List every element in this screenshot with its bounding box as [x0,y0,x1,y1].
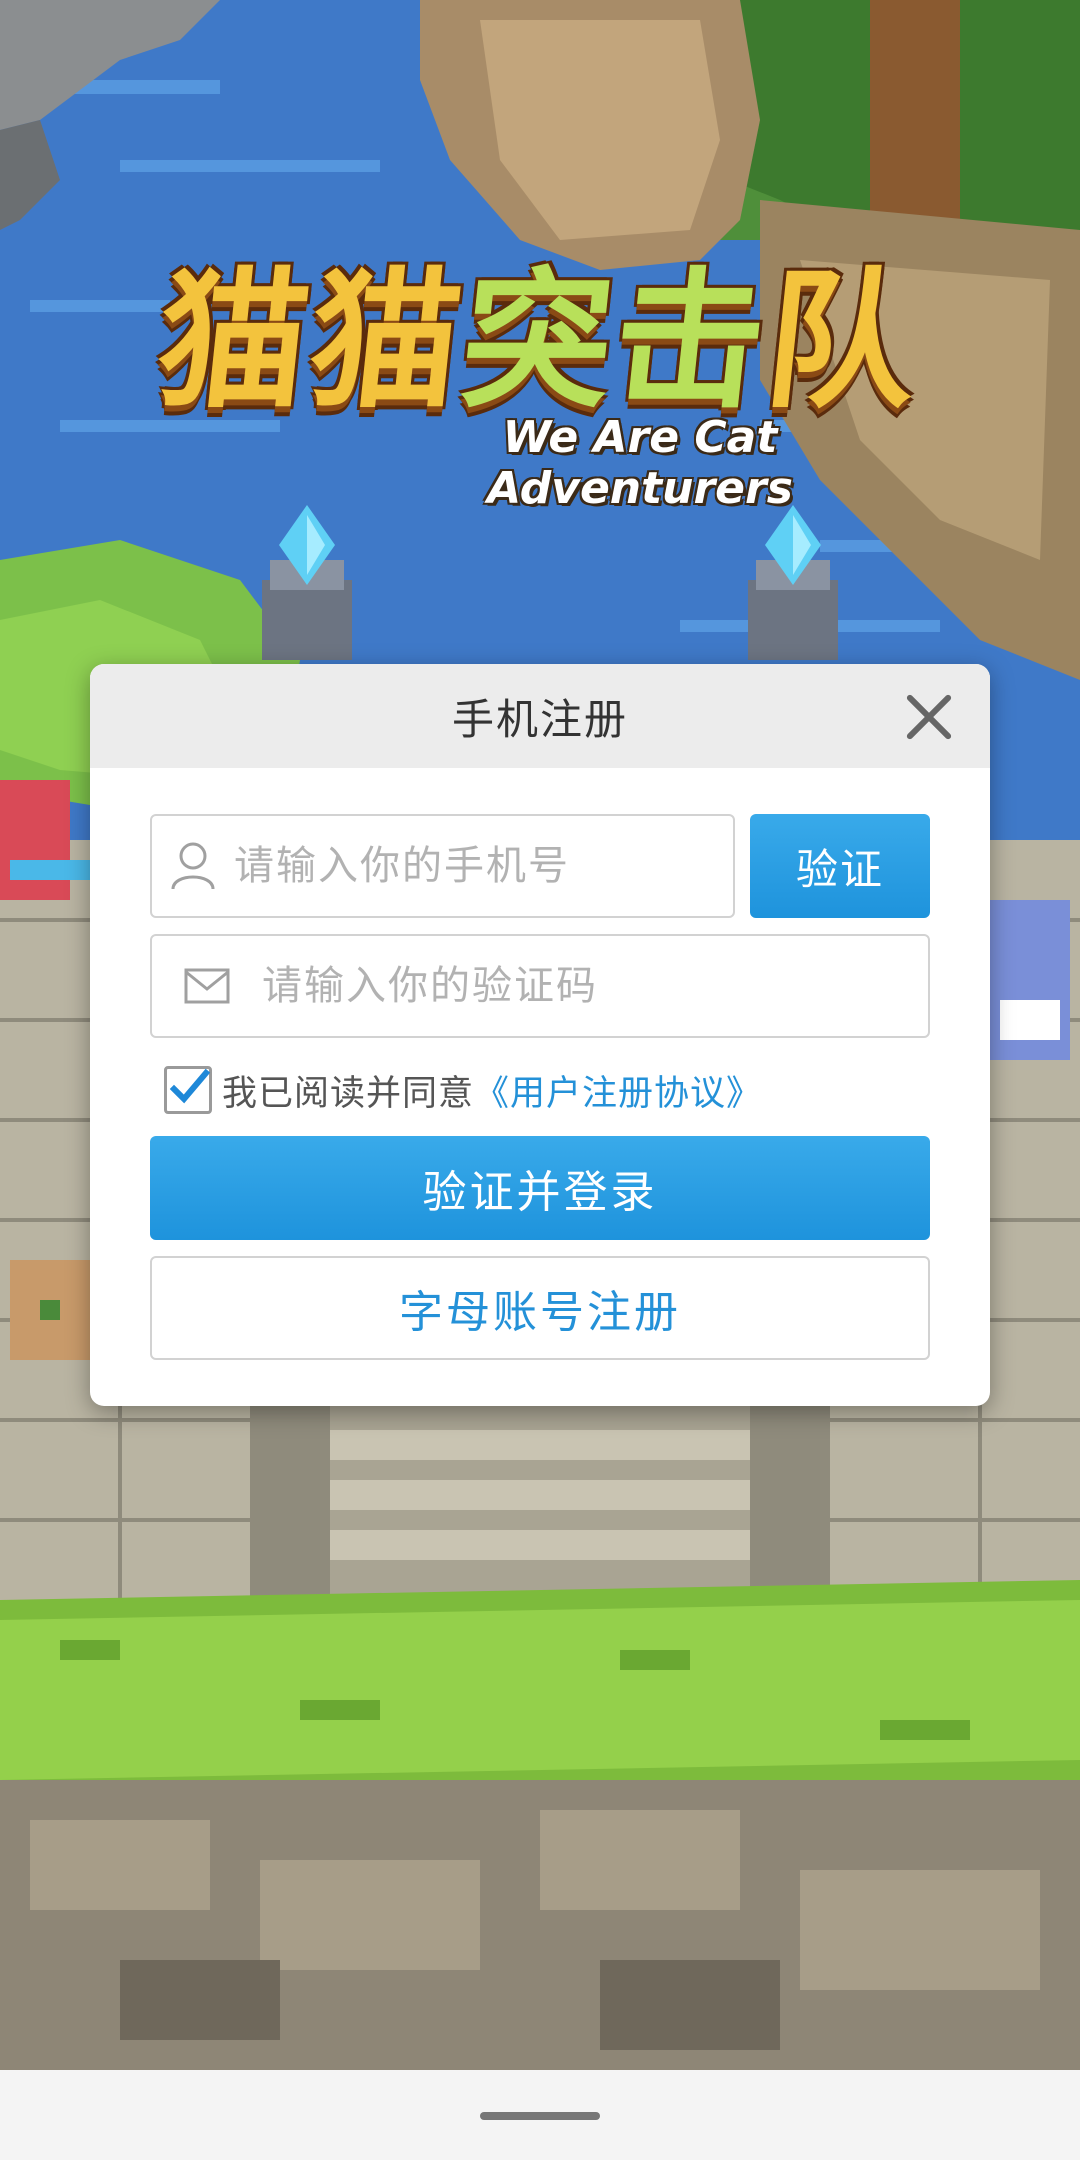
alpha-account-register-button[interactable]: 字母账号注册 [150,1256,930,1360]
mail-icon [152,936,262,1036]
verify-login-button[interactable]: 验证并登录 [150,1136,930,1240]
dialog-title: 手机注册 [451,694,628,744]
logo-title: 猫猫突击队 [149,255,928,429]
agree-text: 我已阅读并同意 [222,1073,475,1114]
verify-button[interactable]: 验证 [750,814,930,918]
phone-field[interactable] [150,814,735,918]
phone-input[interactable] [234,816,733,916]
system-nav-bar [0,2070,1080,2160]
phone-register-dialog: 手机注册 验证 我已阅读并同意 《用户注册协议》 [90,664,990,1406]
logo-subtitle: We Are Cat Adventurers [487,412,793,514]
check-icon [169,1068,211,1104]
game-logo: 猫猫突击队 We Are Cat Adventurers [149,180,930,514]
agreement-row: 我已阅读并同意 《用户注册协议》 [164,1062,762,1118]
user-agreement-link[interactable]: 《用户注册协议》 [474,1065,762,1116]
user-icon [152,816,234,916]
code-input[interactable] [262,936,928,1036]
code-field[interactable] [150,934,930,1038]
dialog-header: 手机注册 [90,664,990,768]
close-icon[interactable] [904,692,954,742]
agree-checkbox[interactable] [164,1066,212,1114]
home-indicator[interactable] [480,2112,600,2120]
